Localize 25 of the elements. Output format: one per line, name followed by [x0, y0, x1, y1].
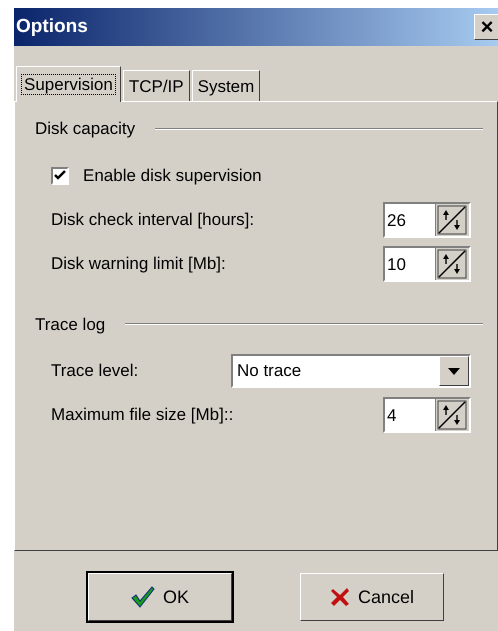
field-label: Disk warning limit [Mb]:	[51, 252, 227, 275]
checkbox[interactable]	[51, 166, 69, 184]
cancel-button[interactable]: Cancel	[300, 573, 444, 621]
tab[interactable]: TCP/IP	[122, 70, 190, 102]
dropdown-field[interactable]: No trace	[231, 354, 471, 388]
window-title: Options	[16, 14, 88, 39]
close-button[interactable]: ×	[474, 14, 498, 40]
field-label: Disk check interval [hours]:	[51, 208, 256, 231]
dropdown-arrow-icon[interactable]	[448, 368, 460, 374]
spin-field[interactable]: 10	[383, 246, 471, 282]
spin-field[interactable]: 4	[383, 397, 471, 433]
spin-field[interactable]: 26	[383, 202, 471, 238]
ok-button[interactable]: OK	[88, 573, 232, 621]
checkbox-label: Enable disk supervision	[83, 164, 262, 187]
tab[interactable]: System	[192, 70, 260, 102]
cross-icon	[330, 587, 350, 607]
spin-arrows-icon[interactable]	[437, 400, 468, 430]
group-title: Disk capacity	[35, 118, 136, 140]
spin-arrows-icon[interactable]	[437, 248, 468, 278]
spin-arrows-icon[interactable]	[437, 204, 468, 234]
field-label: Trace level:	[51, 360, 140, 382]
tab[interactable]: Supervision	[16, 66, 121, 102]
group-title: Trace log	[35, 314, 106, 336]
field-label: Maximum file size [Mb]::	[51, 404, 234, 426]
checkmark-icon	[130, 586, 155, 608]
